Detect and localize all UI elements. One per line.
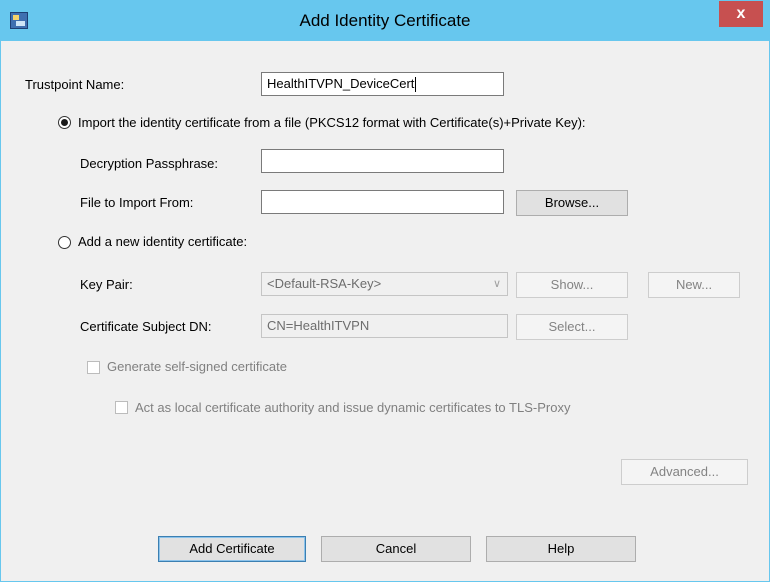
advanced-button[interactable]: Advanced... — [621, 459, 748, 485]
generate-self-signed-checkbox[interactable] — [87, 361, 100, 374]
cancel-button[interactable]: Cancel — [321, 536, 471, 562]
add-new-certificate-radio[interactable] — [58, 236, 71, 249]
dialog-body: Trustpoint Name: HealthITVPN_DeviceCert … — [9, 41, 761, 575]
trustpoint-name-input[interactable]: HealthITVPN_DeviceCert — [261, 72, 504, 96]
act-as-local-ca-label: Act as local certificate authority and i… — [135, 400, 571, 415]
decryption-passphrase-label: Decryption Passphrase: — [80, 156, 219, 171]
file-to-import-label: File to Import From: — [80, 195, 194, 210]
certificate-subject-dn-input[interactable]: CN=HealthITVPN — [261, 314, 508, 338]
new-key-pair-button[interactable]: New... — [648, 272, 740, 298]
trustpoint-name-value: HealthITVPN_DeviceCert — [267, 76, 415, 91]
file-to-import-input[interactable] — [261, 190, 504, 214]
generate-self-signed-label: Generate self-signed certificate — [107, 359, 287, 374]
certificate-subject-dn-label: Certificate Subject DN: — [80, 319, 212, 334]
add-identity-certificate-dialog: Add Identity Certificate x Trustpoint Na… — [0, 0, 770, 582]
close-button[interactable]: x — [719, 1, 763, 27]
show-key-pair-button[interactable]: Show... — [516, 272, 628, 298]
close-icon: x — [736, 5, 746, 22]
add-certificate-button[interactable]: Add Certificate — [158, 536, 306, 562]
browse-button[interactable]: Browse... — [516, 190, 628, 216]
add-new-certificate-label: Add a new identity certificate: — [78, 234, 248, 249]
title-bar: Add Identity Certificate x — [1, 1, 769, 41]
key-pair-label: Key Pair: — [80, 277, 133, 292]
key-pair-value: <Default-RSA-Key> — [267, 276, 382, 291]
decryption-passphrase-input[interactable] — [261, 149, 504, 173]
dialog-title: Add Identity Certificate — [299, 11, 471, 30]
trustpoint-name-label: Trustpoint Name: — [25, 77, 125, 92]
select-subject-dn-button[interactable]: Select... — [516, 314, 628, 340]
chevron-down-icon: ∨ — [492, 278, 501, 290]
import-from-file-radio[interactable] — [58, 116, 71, 129]
key-pair-select[interactable]: <Default-RSA-Key> ∨ — [261, 272, 508, 296]
act-as-local-ca-checkbox[interactable] — [115, 401, 128, 414]
import-from-file-label: Import the identity certificate from a f… — [78, 115, 586, 130]
help-button[interactable]: Help — [486, 536, 636, 562]
